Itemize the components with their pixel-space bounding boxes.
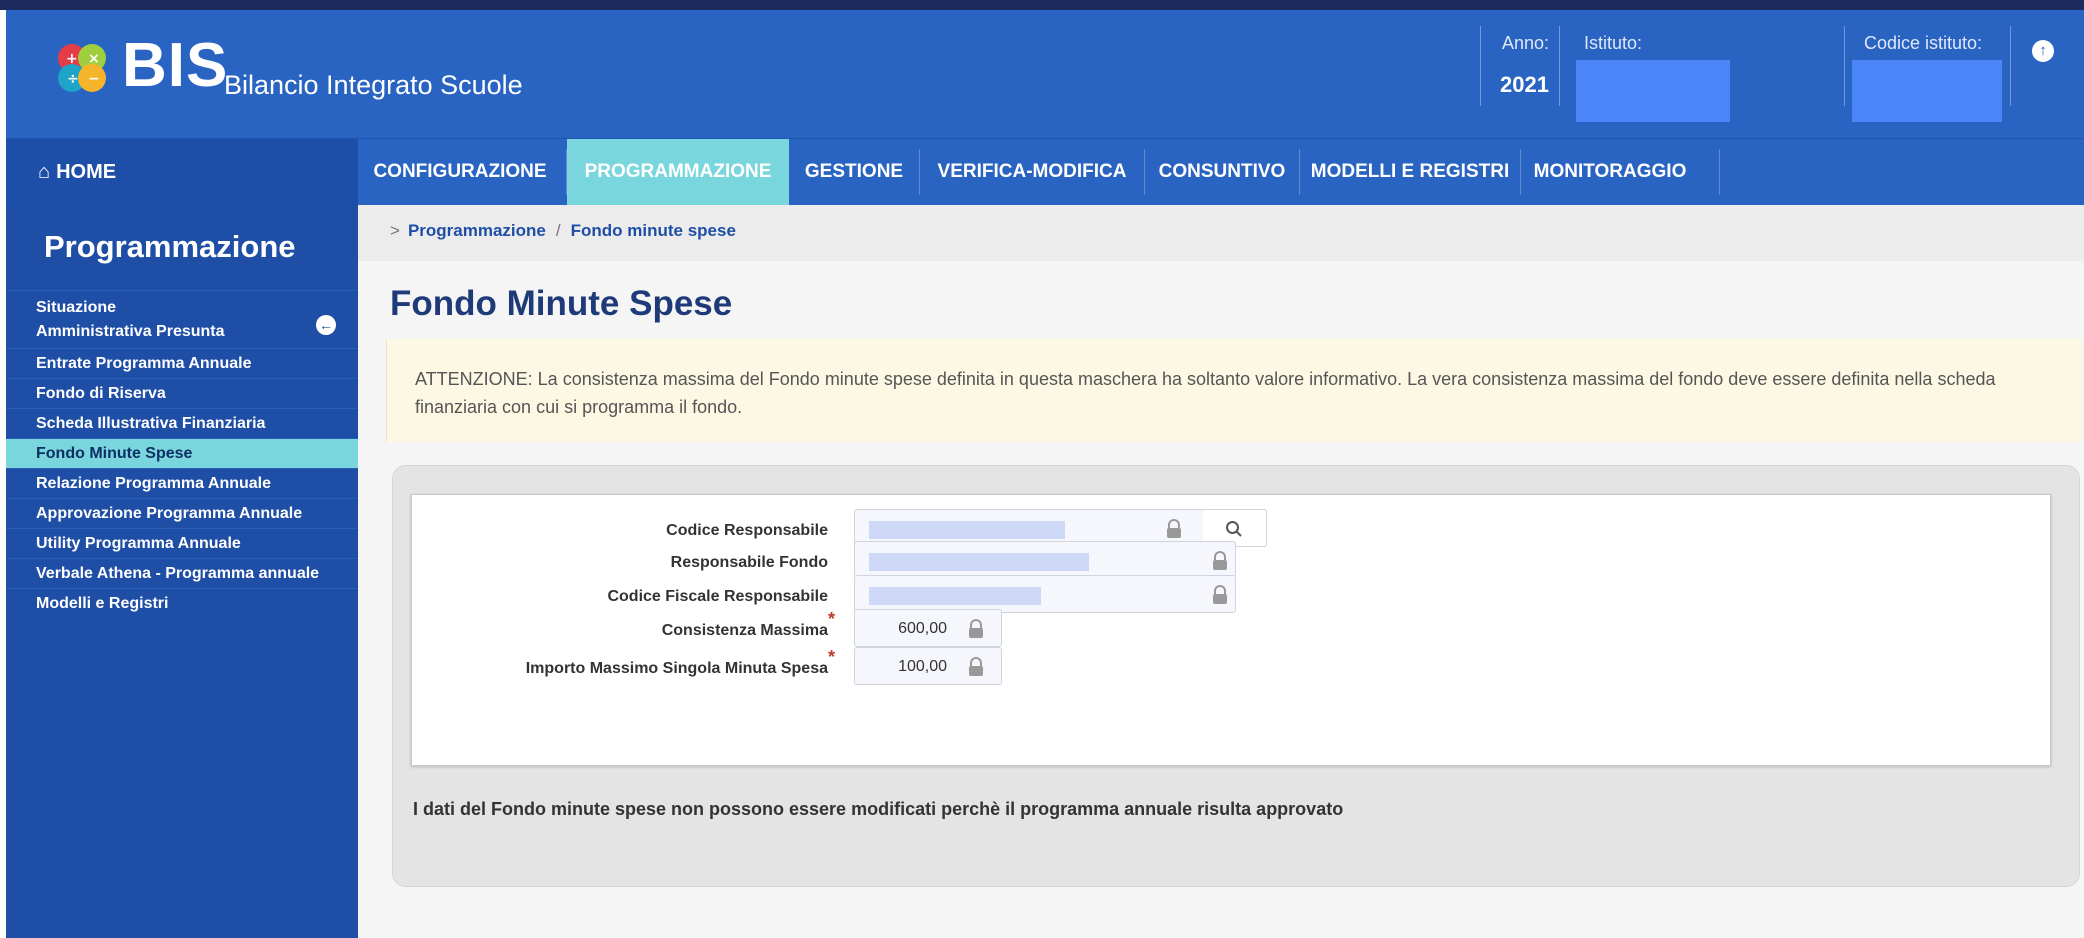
sidebar-item-label: Verbale Athena - Programma annuale	[36, 564, 320, 582]
lock-icon	[1213, 551, 1227, 570]
required-mark: *	[828, 609, 836, 629]
redacted-value	[869, 521, 1065, 539]
responsabile-fondo-input[interactable]	[854, 541, 1236, 579]
istituto-label: Istituto:	[1584, 33, 1643, 53]
svg-text:×: ×	[88, 51, 100, 67]
sidebar-item-label: Fondo di Riserva	[36, 384, 166, 402]
redacted-value	[869, 553, 1089, 571]
alert-text: ATTENZIONE: La consistenza massima del F…	[415, 369, 1996, 417]
approved-message: I dati del Fondo minute spese non posson…	[413, 799, 1344, 819]
brand-name: BIS	[122, 31, 229, 100]
form-box: Codice Responsabile Responsabile Fondo C…	[411, 494, 2051, 766]
header-divider	[1844, 26, 1845, 106]
svg-text:÷: ÷	[67, 71, 79, 87]
lock-icon	[1167, 519, 1181, 538]
brand-subtitle: Bilancio Integrato Scuole	[224, 70, 523, 100]
sidebar-item-label: Modelli e Registri	[36, 594, 169, 612]
tab-consuntivo[interactable]: CONSUNTIVO	[1145, 139, 1299, 205]
breadcrumb-current[interactable]: Fondo minute spese	[571, 221, 736, 240]
nav-home[interactable]: ⌂ HOME	[6, 139, 358, 205]
required-mark: *	[828, 647, 836, 667]
nav-home-label: HOME	[56, 161, 117, 183]
sidebar-item-scheda-illustrativa[interactable]: Scheda Illustrativa Finanziaria	[6, 408, 358, 438]
responsabile-fondo-label: Responsabile Fondo	[670, 554, 828, 571]
header-divider	[1559, 26, 1560, 106]
tab-configurazione[interactable]: CONFIGURAZIONE	[370, 139, 550, 205]
header-divider	[2010, 26, 2011, 106]
sidebar-item-utility[interactable]: Utility Programma Annuale	[6, 528, 358, 558]
sidebar-item-fondo-riserva[interactable]: Fondo di Riserva	[6, 378, 358, 408]
sidebar-item-verbale-athena[interactable]: Verbale Athena - Programma annuale	[6, 558, 358, 588]
search-icon	[1226, 521, 1242, 537]
tab-modelli-registri[interactable]: MODELLI E REGISTRI	[1300, 139, 1520, 205]
sidebar-title: Programmazione	[44, 229, 296, 264]
tab-monitoraggio[interactable]: MONITORAGGIO	[1521, 139, 1699, 205]
consistenza-massima-input[interactable]: 600,00	[854, 609, 1002, 647]
importo-massimo-value: 100,00	[898, 658, 947, 675]
anno-value: 2021	[1500, 72, 1549, 97]
codice-istituto-value-redacted	[1852, 60, 2002, 122]
istituto-value-redacted	[1576, 60, 1730, 122]
sidebar-item-relazione[interactable]: Relazione Programma Annuale	[6, 468, 358, 498]
codice-responsabile-label: Codice Responsabile	[666, 522, 828, 539]
breadcrumb-bar: > Programmazione / Fondo minute spese	[358, 205, 2084, 261]
main-nav: ⌂ HOME CONFIGURAZIONE PROGRAMMAZIONE GEST…	[6, 138, 2084, 205]
nav-divider	[1719, 149, 1720, 195]
codice-fiscale-label: Codice Fiscale Responsabile	[607, 588, 828, 605]
sidebar-item-label: Situazione Amministrativa Presunta	[36, 298, 225, 340]
breadcrumb-prefix: >	[390, 221, 400, 240]
sidebar-item-approvazione[interactable]: Approvazione Programma Annuale	[6, 498, 358, 528]
redacted-value	[869, 587, 1041, 605]
sidebar-item-situazione-amministrativa[interactable]: Situazione Amministrativa Presunta ←	[6, 290, 358, 348]
lock-icon	[969, 657, 983, 676]
sidebar-item-entrate[interactable]: Entrate Programma Annuale	[6, 348, 358, 378]
breadcrumb: > Programmazione / Fondo minute spese	[390, 221, 736, 241]
sidebar-item-label: Scheda Illustrativa Finanziaria	[36, 414, 266, 432]
collapse-sidebar-icon[interactable]: ←	[316, 315, 336, 335]
form-panel: Codice Responsabile Responsabile Fondo C…	[392, 465, 2080, 887]
main-content: > Programmazione / Fondo minute spese Fondo…	[358, 205, 2084, 938]
consistenza-massima-value: 600,00	[898, 620, 947, 637]
top-band	[0, 0, 2084, 10]
tab-programmazione[interactable]: PROGRAMMAZIONE	[567, 139, 789, 205]
tab-gestione[interactable]: GESTIONE	[789, 139, 919, 205]
sidebar-item-modelli-registri[interactable]: Modelli e Registri	[6, 588, 358, 618]
codice-istituto-label: Codice istituto:	[1864, 33, 1983, 53]
codice-fiscale-input[interactable]	[854, 575, 1236, 613]
lock-icon	[969, 619, 983, 638]
importo-massimo-label: Importo Massimo Singola Minuta Spesa	[525, 660, 828, 677]
sidebar-item-label: Approvazione Programma Annuale	[36, 504, 303, 522]
header-divider	[1480, 26, 1481, 106]
anno-label: Anno:	[1502, 33, 1550, 53]
sidebar: Programmazione Situazione Amministrativa…	[6, 205, 358, 938]
svg-text:+: +	[66, 51, 78, 67]
sidebar-item-label: Relazione Programma Annuale	[36, 474, 272, 492]
tab-verifica-modifica[interactable]: VERIFICA-MODIFICA	[920, 139, 1144, 205]
sidebar-item-label: Fondo Minute Spese	[36, 444, 193, 462]
breadcrumb-separator: /	[555, 221, 561, 240]
bis-logo-icon: + × ÷ −	[58, 44, 106, 92]
app-header: + × ÷ − BIS Bilancio Integrato Scuole An…	[6, 10, 2084, 138]
home-icon: ⌂	[38, 161, 51, 183]
page-title: Fondo Minute Spese	[390, 284, 733, 323]
sidebar-item-fondo-minute-spese[interactable]: Fondo Minute Spese	[6, 438, 358, 468]
sidebar-item-label: Utility Programma Annuale	[36, 534, 241, 552]
help-icon[interactable]: ↑	[2032, 40, 2054, 62]
alert-box: ATTENZIONE: La consistenza massima del F…	[386, 339, 2082, 442]
breadcrumb-link-programmazione[interactable]: Programmazione	[408, 221, 546, 240]
sidebar-item-label: Entrate Programma Annuale	[36, 354, 252, 372]
consistenza-massima-label: Consistenza Massima	[661, 622, 828, 639]
importo-massimo-input[interactable]: 100,00	[854, 647, 1002, 685]
svg-text:−: −	[88, 71, 100, 87]
lock-icon	[1213, 585, 1227, 604]
